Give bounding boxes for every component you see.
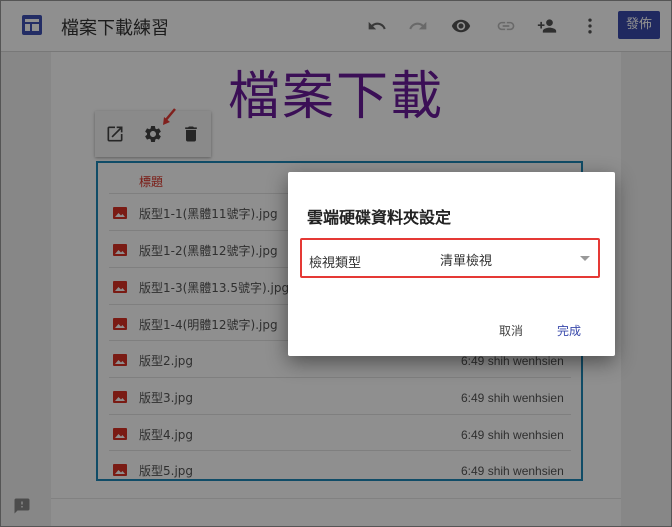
view-type-select[interactable]: 清單檢視	[440, 248, 590, 270]
dropdown-arrow-icon	[580, 256, 590, 261]
dialog-title: 雲端硬碟資料夾設定	[307, 208, 452, 227]
view-type-row: 檢視類型 清單檢視	[300, 238, 600, 278]
app-window: 檔案下載練習 發佈 檔案下載 標題 版型1-1(黑體11號字).jpg 版型1-…	[0, 0, 672, 527]
cancel-button[interactable]: 取消	[499, 322, 523, 339]
done-button[interactable]: 完成	[557, 322, 581, 339]
drive-folder-settings-dialog: 雲端硬碟資料夾設定 檢視類型 清單檢視 取消 完成	[288, 172, 615, 356]
view-type-value: 清單檢視	[440, 254, 493, 269]
view-type-label: 檢視類型	[309, 256, 362, 271]
